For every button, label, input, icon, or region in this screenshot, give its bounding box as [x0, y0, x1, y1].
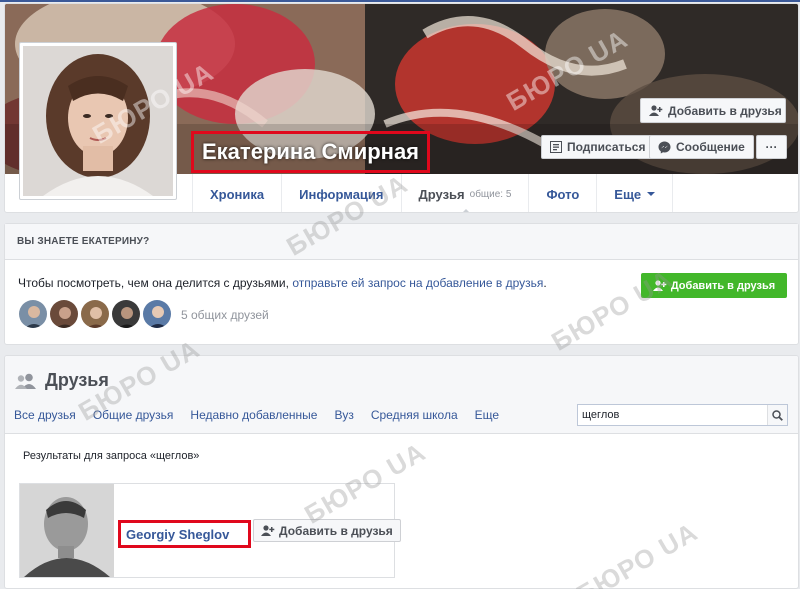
do-you-know-text: Чтобы посмотреть, чем она делится с друз…	[18, 276, 547, 290]
more-options-button[interactable]: ···	[756, 135, 787, 159]
tab-recently-added[interactable]: Недавно добавленные	[190, 408, 317, 422]
friends-search	[577, 404, 788, 426]
mutual-friends-avatars	[18, 299, 172, 329]
tab-high-school[interactable]: Средняя школа	[371, 408, 458, 422]
profile-picture[interactable]	[19, 42, 177, 200]
profile-nav-tabs: Хроника Информация Друзья общие: 5 Фото …	[192, 174, 674, 212]
profile-header: Екатерина Смирная Добавить в друзья Подп…	[4, 3, 799, 213]
friends-title-label: Друзья	[45, 370, 109, 390]
chevron-down-icon	[647, 192, 656, 196]
friends-icon	[15, 373, 36, 389]
list-item: Georgiy Sheglov Добавить в друзья	[19, 483, 401, 578]
add-friend-green-button[interactable]: Добавить в друзья	[641, 273, 787, 298]
add-friend-icon	[649, 104, 663, 116]
avatar[interactable]	[80, 299, 110, 329]
tab-all-friends[interactable]: Все друзья	[14, 408, 76, 422]
tab-friends-count: общие: 5	[469, 188, 512, 200]
friends-filter-tabs: Все друзья Общие друзья Недавно добавлен…	[14, 408, 499, 422]
friends-title: Друзья	[15, 370, 109, 391]
send-request-link[interactable]: отправьте ей запрос на добавление в друз…	[292, 276, 543, 290]
subscribe-button[interactable]: Подписаться	[541, 135, 655, 159]
tab-friends-label: Друзья	[418, 186, 465, 202]
search-icon	[772, 409, 783, 421]
avatar[interactable]	[18, 299, 48, 329]
message-button[interactable]: Сообщение	[649, 135, 754, 159]
do-you-know-card: ВЫ ЗНАЕТЕ ЕКАТЕРИНУ? Чтобы посмотреть, ч…	[4, 223, 799, 345]
do-you-know-header: ВЫ ЗНАЕТЕ ЕКАТЕРИНУ?	[5, 224, 798, 260]
result-avatar[interactable]	[20, 484, 114, 577]
tab-more[interactable]: Еще	[596, 174, 674, 212]
add-friend-icon	[652, 279, 667, 291]
rss-icon	[550, 141, 562, 153]
do-you-know-text-after: .	[543, 276, 547, 290]
friends-section: Друзья Все друзья Общие друзья Недавно д…	[4, 355, 799, 589]
message-label: Сообщение	[676, 140, 745, 154]
result-add-friend-label: Добавить в друзья	[279, 523, 393, 538]
tab-info[interactable]: Информация	[281, 174, 400, 212]
avatar[interactable]	[111, 299, 141, 329]
tab-timeline-label: Хроника	[210, 186, 265, 202]
search-button[interactable]	[767, 405, 787, 425]
messenger-icon	[658, 141, 671, 153]
add-friend-button[interactable]: Добавить в друзья	[640, 98, 786, 123]
result-add-friend-button[interactable]: Добавить в друзья	[253, 519, 401, 542]
result-name-link[interactable]: Georgiy Sheglov	[118, 520, 251, 548]
friends-search-input[interactable]	[578, 405, 767, 425]
result-avatar-image	[20, 484, 114, 577]
tab-friends[interactable]: Друзья общие: 5	[400, 174, 529, 212]
search-results-label: Результаты для запроса «щеглов»	[23, 450, 200, 462]
add-friend-green-label: Добавить в друзья	[670, 279, 776, 292]
tab-more-label: Еще	[614, 186, 642, 202]
more-options-icon: ···	[765, 140, 778, 154]
add-friend-icon	[261, 524, 275, 536]
subscribe-label: Подписаться	[567, 140, 646, 154]
avatar[interactable]	[142, 299, 172, 329]
profile-picture-image	[23, 46, 173, 196]
friends-header: Друзья Все друзья Общие друзья Недавно д…	[5, 356, 798, 434]
tab-photos-label: Фото	[546, 186, 580, 202]
profile-name[interactable]: Екатерина Смирная	[191, 131, 431, 173]
tab-university[interactable]: Вуз	[334, 408, 353, 422]
tab-timeline[interactable]: Хроника	[192, 174, 281, 212]
window-top-border	[0, 0, 800, 2]
tab-photos[interactable]: Фото	[528, 174, 596, 212]
tab-more-filters[interactable]: Еще	[475, 408, 499, 422]
do-you-know-text-before: Чтобы посмотреть, чем она делится с друз…	[18, 276, 293, 290]
add-friend-label: Добавить в друзья	[668, 103, 782, 118]
mutual-friends-count[interactable]: 5 общих друзей	[181, 308, 269, 322]
tab-info-label: Информация	[299, 186, 384, 202]
avatar[interactable]	[49, 299, 79, 329]
tab-mutual-friends[interactable]: Общие друзья	[93, 408, 174, 422]
